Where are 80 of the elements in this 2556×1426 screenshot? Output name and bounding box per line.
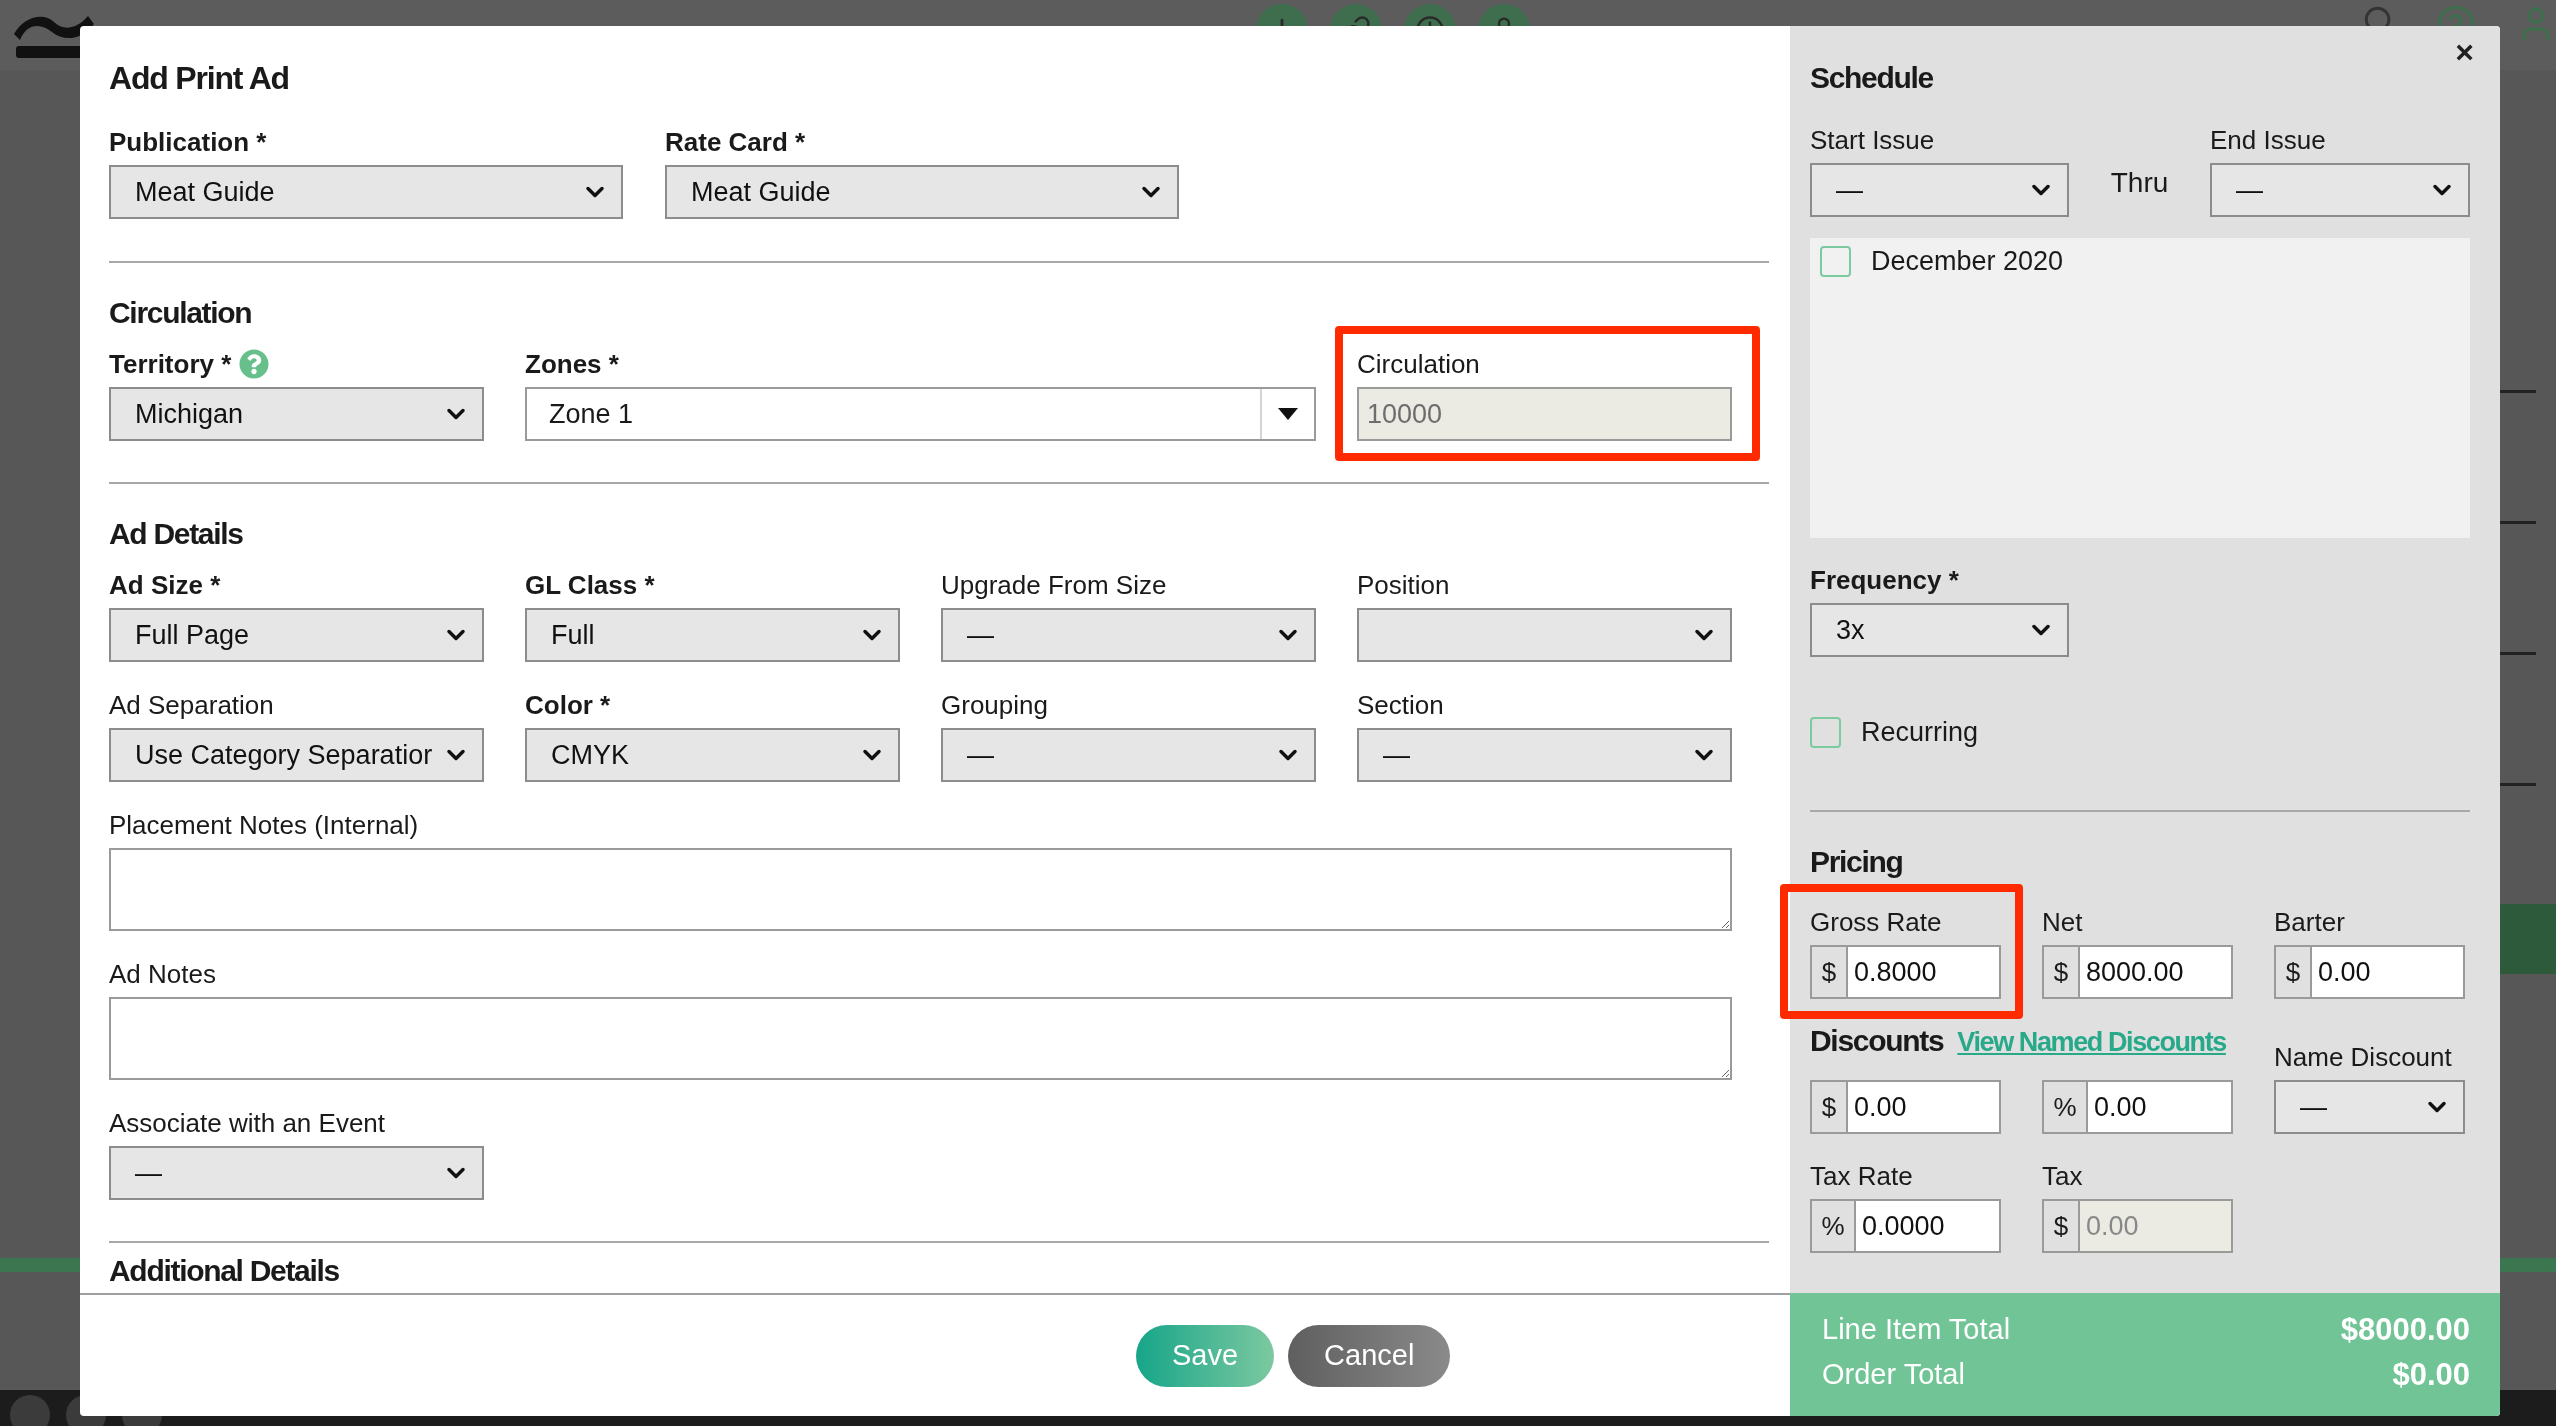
total-value: $8000.00 [2340,1311,2470,1348]
input-field[interactable]: 0.00 [2312,945,2465,999]
side-panel [2500,904,2556,974]
field-label: Territory * [109,348,232,380]
select-field[interactable]: — [1810,163,2069,217]
field-label: GL Class * [525,569,655,601]
field-label: Net [2042,906,2083,938]
select-field[interactable] [1357,608,1732,662]
section-heading: Discounts [1810,1023,1944,1059]
field-label: Tax [2042,1160,2083,1192]
dialog-title: Add Print Ad [109,60,290,96]
field-label: Zones * [525,348,619,380]
select-field[interactable]: — [109,1146,484,1200]
checkbox[interactable] [1820,246,1851,277]
select-field[interactable]: Full Page [109,608,484,662]
caret-down-icon [1278,408,1298,420]
help-icon[interactable] [239,349,270,379]
prefix-label: $ [2042,1199,2080,1253]
select-field[interactable]: Michigan [109,387,484,441]
prefix-label: % [1810,1199,1856,1253]
text-area[interactable] [109,848,1732,931]
select-field[interactable]: Meat Guide [665,165,1179,219]
select-field[interactable]: Use Category Separatior [109,728,484,782]
field-label: Position [1357,569,1450,601]
field-label: Ad Notes [109,958,216,990]
select-field[interactable]: — [1357,728,1732,782]
field-label: Upgrade From Size [941,569,1167,601]
field-label: Gross Rate [1810,906,1942,938]
total-label: Order Total [1822,1358,1965,1391]
field-label: Circulation [1357,348,1480,380]
prefix-label: $ [2042,945,2080,999]
field-label: Placement Notes (Internal) [109,809,419,841]
select-field[interactable]: — [941,608,1316,662]
select-field[interactable]: Full [525,608,900,662]
select-field[interactable]: — [941,728,1316,782]
checkbox[interactable] [1810,717,1841,748]
combo-field[interactable]: Zone 1 [525,387,1316,441]
text-area[interactable] [109,997,1732,1080]
field-label: Color * [525,689,611,721]
checkbox-label: Recurring [1861,717,1979,748]
input-field[interactable]: 0.00 [1848,1080,2001,1134]
select-field[interactable]: CMYK [525,728,900,782]
select-field[interactable]: 3x [1810,603,2069,657]
field-label: Section [1357,689,1444,721]
circle-icon[interactable] [10,1395,50,1426]
field-label: Publication * [109,126,267,158]
input-field[interactable]: 0.00 [2088,1080,2233,1134]
prefix-label: $ [1810,1080,1848,1134]
input-field[interactable]: 10000 [1357,387,1732,441]
input-field[interactable]: 8000.00 [2080,945,2233,999]
field-label: Tax Rate [1810,1160,1913,1192]
field-label: Frequency * [1810,564,1959,596]
prefix-label: $ [2274,945,2312,999]
section-heading: Schedule [1810,60,1934,96]
thru-label: Thru [2109,166,2170,200]
field-label: Grouping [941,689,1048,721]
section-heading: Circulation [109,295,253,331]
field-label: Barter [2274,906,2345,938]
input-field[interactable]: 0.0000 [1856,1199,2001,1253]
section-heading: Additional Details [109,1253,340,1289]
cancel-button[interactable]: Cancel [1288,1324,1451,1387]
field-label: Name Discount [2274,1041,2452,1073]
prefix-label: $ [1810,945,1848,999]
field-label: Rate Card * [665,126,806,158]
checkbox-label: December 2020 [1871,246,2064,277]
section-heading: Ad Details [109,516,244,552]
select-field[interactable]: — [2210,163,2470,217]
field-label: Ad Separation [109,689,274,721]
select-field[interactable]: — [2274,1080,2465,1134]
field-label: End Issue [2210,124,2326,156]
section-heading: Pricing [1810,844,1904,880]
field-label: Associate with an Event [109,1107,386,1139]
input-field[interactable]: 0.8000 [1848,945,2001,999]
total-value: $0.00 [2392,1356,2470,1393]
field-label: Ad Size * [109,569,221,601]
prefix-label: % [2042,1080,2088,1134]
total-label: Line Item Total [1822,1313,2011,1346]
field-label: Start Issue [1810,124,1935,156]
select-field[interactable]: Meat Guide [109,165,623,219]
close-button[interactable]: × [2449,34,2480,71]
